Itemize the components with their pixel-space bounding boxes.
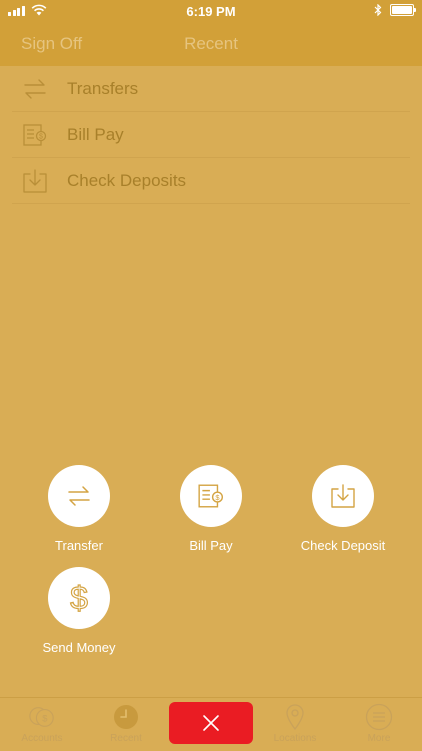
svg-text:$: $ (42, 714, 48, 724)
action-circle[interactable] (48, 465, 110, 527)
transfer-arrows-icon (68, 486, 90, 506)
action-circle[interactable]: $ (48, 567, 110, 629)
battery-icon (390, 4, 416, 16)
status-time: 6:19 PM (186, 4, 236, 19)
close-icon (203, 715, 219, 731)
dollar-sign-icon: $ (70, 580, 89, 616)
list-item-bill-pay[interactable]: $ Bill Pay (0, 112, 422, 158)
recent-list: Transfers $ Bill Pay Check Deposits (0, 66, 422, 204)
action-circle[interactable] (312, 465, 374, 527)
list-item-label: Transfers (67, 79, 139, 98)
tab-recent[interactable]: Recent (84, 703, 168, 744)
nav-bar: Sign Off Recent (0, 22, 422, 66)
menu-circle-icon (365, 703, 393, 731)
accounts-coins-icon: $ (28, 703, 56, 731)
list-item-label: Bill Pay (67, 125, 124, 144)
bluetooth-icon (374, 4, 382, 16)
list-item-check-deposits[interactable]: Check Deposits (0, 158, 422, 204)
tab-label: More (367, 733, 391, 744)
action-bill-pay[interactable]: $ Bill Pay (141, 465, 281, 553)
tab-label: Accounts (21, 733, 63, 744)
tab-accounts[interactable]: $ Accounts (0, 703, 84, 744)
action-transfer[interactable]: Transfer (9, 465, 149, 553)
action-label: Bill Pay (189, 538, 233, 553)
tab-more[interactable]: More (337, 703, 421, 744)
action-circle[interactable]: $ (180, 465, 242, 527)
divider (12, 203, 410, 204)
svg-text:$: $ (39, 134, 43, 141)
action-label: Send Money (42, 640, 116, 655)
bill-pay-icon: $ (198, 484, 224, 508)
map-pin-icon (281, 703, 309, 731)
status-bar: 6:19 PM (0, 0, 422, 22)
close-button[interactable] (169, 702, 253, 744)
action-label: Check Deposit (300, 538, 386, 553)
tab-label: Recent (110, 733, 142, 744)
svg-text:$: $ (70, 580, 88, 616)
list-item-transfers[interactable]: Transfers (0, 66, 422, 112)
download-tray-icon (23, 169, 47, 193)
bill-pay-icon: $ (23, 124, 47, 146)
transfer-arrows-icon (24, 79, 46, 99)
clock-icon (112, 703, 140, 731)
page-title: Recent (184, 34, 238, 53)
tab-label: Locations (273, 733, 317, 744)
action-send-money[interactable]: $ Send Money (9, 567, 149, 655)
action-check-deposit[interactable]: Check Deposit (273, 465, 413, 553)
download-tray-icon (331, 484, 355, 508)
status-right (374, 4, 416, 16)
action-label: Transfer (55, 538, 103, 553)
list-item-label: Check Deposits (67, 171, 187, 190)
tab-locations[interactable]: Locations (253, 703, 337, 744)
